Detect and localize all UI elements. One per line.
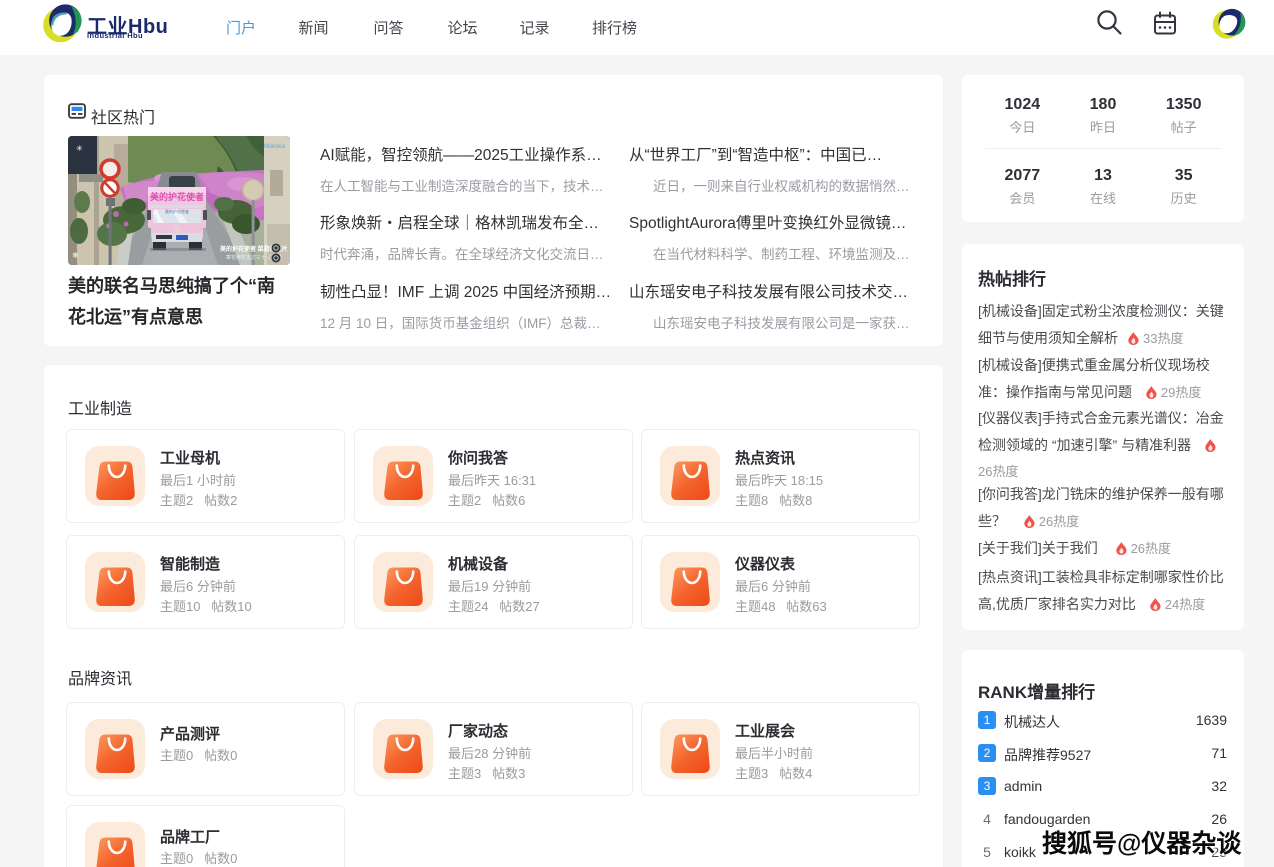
svg-text:Maloka: Maloka [264,143,285,150]
svg-text:美的护花使者: 美的护花使者 [165,208,189,214]
svg-text:✳: ✳ [76,144,83,153]
svg-text:❄: ❄ [72,251,79,260]
svg-text:美的护花使者: 美的护花使者 [150,191,204,202]
